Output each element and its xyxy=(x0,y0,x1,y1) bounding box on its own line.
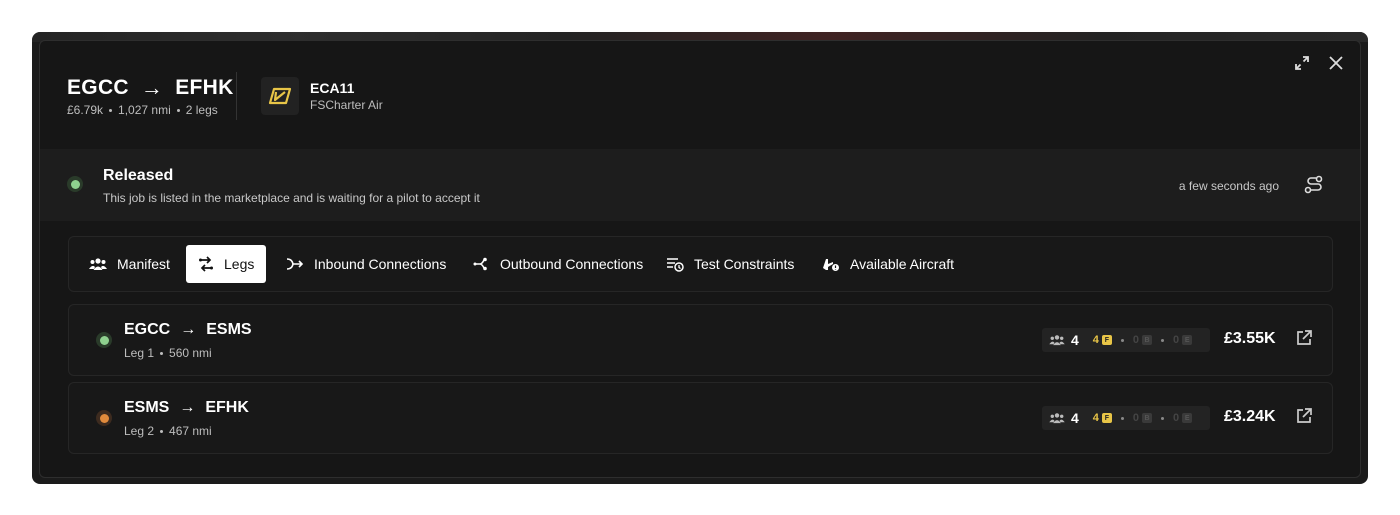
close-icon[interactable] xyxy=(1326,53,1346,73)
tab-aircraft-label: Available Aircraft xyxy=(850,256,955,272)
job-legs-count: 2 legs xyxy=(185,103,218,117)
separator-dot xyxy=(1161,338,1165,342)
external-link-icon[interactable] xyxy=(1295,329,1315,349)
separator-dot xyxy=(1161,416,1165,420)
airline-code: ECA11 xyxy=(310,80,355,96)
economy-class-value: 0 xyxy=(1173,412,1180,424)
expand-icon[interactable] xyxy=(1292,53,1312,73)
first-class-badge: F xyxy=(1101,335,1112,345)
leg-route: ESMS → EFHK xyxy=(124,399,249,417)
business-class-count: 0 B xyxy=(1132,412,1153,424)
leg-route: EGCC → ESMS xyxy=(124,321,252,339)
business-class-count: 0 B xyxy=(1132,334,1153,346)
economy-class-badge: E xyxy=(1182,335,1193,345)
leg-meta: Leg 1 560 nmi xyxy=(124,346,212,360)
business-class-badge: B xyxy=(1142,413,1153,423)
separator-dot xyxy=(160,429,164,433)
tab-bar: Manifest Legs Inbound Connections Outbou… xyxy=(68,236,1333,292)
passenger-summary: 4 4 F 0 B 0 E xyxy=(1042,328,1210,352)
status-bar: Released This job is listed in the marke… xyxy=(40,149,1360,221)
tab-available-aircraft[interactable]: Available Aircraft xyxy=(810,245,966,283)
arrow-right-icon: → xyxy=(140,75,164,100)
users-icon xyxy=(1049,335,1065,346)
tab-inbound-label: Inbound Connections xyxy=(314,256,447,272)
job-origin: EGCC xyxy=(67,76,129,99)
separator-dot xyxy=(1120,338,1124,342)
job-destination: EFHK xyxy=(175,76,234,99)
economy-class-count: 0 E xyxy=(1173,412,1193,424)
status-time: a few seconds ago xyxy=(1178,179,1279,193)
tab-manifest[interactable]: Manifest xyxy=(77,245,182,283)
tab-test-constraints[interactable]: Test Constraints xyxy=(654,245,806,283)
tab-legs-label: Legs xyxy=(224,256,255,272)
leg-origin: ESMS xyxy=(124,399,170,416)
separator-dot xyxy=(109,108,113,112)
outbound-icon xyxy=(473,257,487,271)
business-class-value: 0 xyxy=(1132,412,1140,424)
separator-dot xyxy=(176,108,180,112)
tab-constraints-label: Test Constraints xyxy=(694,256,795,272)
airline-name: FSCharter Air xyxy=(310,98,383,112)
status-title: Released xyxy=(103,167,174,184)
arrow-right-icon: → xyxy=(180,321,197,338)
leg-destination: EFHK xyxy=(205,399,249,416)
first-class-count: 4 F xyxy=(1093,334,1112,346)
first-class-value: 4 xyxy=(1092,334,1099,346)
leg-origin: EGCC xyxy=(124,321,171,338)
leg-label: Leg 2 xyxy=(124,424,155,438)
tab-outbound-connections[interactable]: Outbound Connections xyxy=(460,245,655,283)
header-actions xyxy=(1292,53,1346,73)
leg-destination: ESMS xyxy=(206,321,252,338)
job-route: EGCC → EFHK xyxy=(67,75,234,101)
header-divider xyxy=(236,72,237,120)
economy-class-count: 0 E xyxy=(1173,334,1193,346)
leg-meta: Leg 2 467 nmi xyxy=(124,424,212,438)
economy-class-value: 0 xyxy=(1173,334,1180,346)
job-modal: EGCC → EFHK £6.79k 1,027 nmi 2 legs ECA1… xyxy=(39,40,1361,478)
passenger-summary: 4 4 F 0 B 0 E xyxy=(1042,406,1210,430)
leg-status-indicator xyxy=(96,410,112,426)
users-icon xyxy=(89,258,107,270)
job-price: £6.79k xyxy=(67,103,104,117)
leg-row-1[interactable]: EGCC → ESMS Leg 1 560 nmi 4 4 F 0 B 0 E … xyxy=(68,304,1333,376)
first-class-value: 4 xyxy=(1092,412,1099,424)
passenger-count: 4 xyxy=(1071,332,1079,348)
leg-status-dot xyxy=(99,335,109,345)
tab-outbound-label: Outbound Connections xyxy=(500,256,644,272)
airline-logo-icon xyxy=(261,77,299,115)
users-icon xyxy=(1049,413,1065,424)
leg-price: £3.55K xyxy=(1224,330,1276,347)
inbound-icon xyxy=(286,258,304,270)
tab-manifest-label: Manifest xyxy=(117,256,170,272)
status-indicator xyxy=(67,176,83,192)
business-class-badge: B xyxy=(1142,335,1153,345)
leg-status-indicator xyxy=(96,332,112,348)
leg-status-dot xyxy=(99,413,109,423)
modal-header: EGCC → EFHK £6.79k 1,027 nmi 2 legs ECA1… xyxy=(40,41,1360,149)
status-description: This job is listed in the marketplace an… xyxy=(103,191,480,205)
first-class-badge: F xyxy=(1101,413,1112,423)
constraints-icon xyxy=(667,258,684,272)
leg-row-2[interactable]: ESMS → EFHK Leg 2 467 nmi 4 4 F 0 B 0 E … xyxy=(68,382,1333,454)
separator-dot xyxy=(160,351,164,355)
leg-distance: 560 nmi xyxy=(169,346,212,360)
external-link-icon[interactable] xyxy=(1295,407,1315,427)
arrow-right-icon: → xyxy=(179,399,196,416)
business-class-value: 0 xyxy=(1132,334,1140,346)
legs-icon xyxy=(199,256,213,272)
job-meta: £6.79k 1,027 nmi 2 legs xyxy=(67,103,218,117)
status-indicator-dot xyxy=(70,179,80,189)
tab-legs[interactable]: Legs xyxy=(186,245,267,283)
leg-price: £3.24K xyxy=(1224,408,1276,425)
passenger-count: 4 xyxy=(1071,410,1079,426)
tab-inbound-connections[interactable]: Inbound Connections xyxy=(274,245,458,283)
economy-class-badge: E xyxy=(1182,413,1193,423)
first-class-count: 4 F xyxy=(1093,412,1112,424)
route-icon[interactable] xyxy=(1303,174,1325,196)
separator-dot xyxy=(1120,416,1124,420)
job-distance: 1,027 nmi xyxy=(118,103,171,117)
aircraft-icon xyxy=(823,259,839,271)
leg-label: Leg 1 xyxy=(124,346,155,360)
leg-distance: 467 nmi xyxy=(169,424,212,438)
